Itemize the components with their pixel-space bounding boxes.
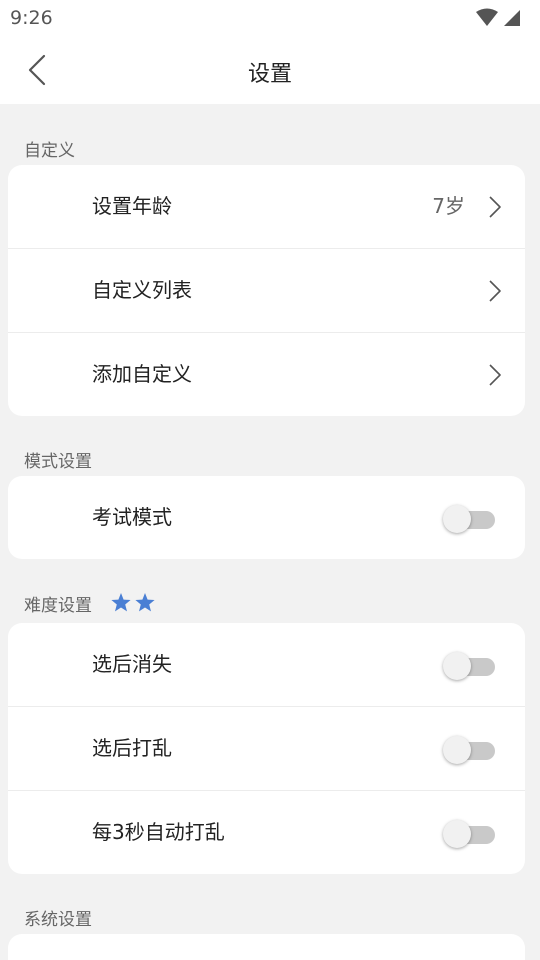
row-label: 自定义列表 <box>92 278 192 302</box>
section-title-system: 系统设置 <box>24 910 92 930</box>
auto-shuffle-toggle[interactable] <box>443 820 495 848</box>
status-bar: 9:26 <box>0 0 540 36</box>
card-mode: 考试模式 <box>8 476 525 559</box>
difficulty-stars <box>111 593 155 612</box>
signal-icon <box>504 10 520 26</box>
row-label: 选后打乱 <box>92 736 172 760</box>
row-label: 每3秒自动打乱 <box>92 820 225 844</box>
row-custom-list[interactable]: 自定义列表 <box>8 249 525 333</box>
row-add-custom[interactable]: 添加自定义 <box>8 333 525 416</box>
chevron-right-icon <box>489 364 501 386</box>
header: 设置 <box>0 36 540 104</box>
row-label: 选后消失 <box>92 652 172 676</box>
wifi-icon <box>476 8 498 26</box>
row-label: 添加自定义 <box>92 362 192 386</box>
age-value: 7岁 <box>432 194 465 218</box>
shuffle-toggle[interactable] <box>443 736 495 764</box>
card-difficulty: 选后消失 选后打乱 每3秒自动打乱 <box>8 623 525 874</box>
star-icon <box>135 593 155 612</box>
section-title-difficulty: 难度设置 <box>24 596 92 616</box>
row-disappear-after-select: 选后消失 <box>8 623 525 707</box>
row-label: 设置年龄 <box>92 194 172 218</box>
row-set-age[interactable]: 设置年龄 7岁 <box>8 165 525 249</box>
card-custom: 设置年龄 7岁 自定义列表 添加自定义 <box>8 165 525 416</box>
exam-mode-toggle[interactable] <box>443 505 495 533</box>
card-system <box>8 934 525 960</box>
page-title: 设置 <box>247 62 292 87</box>
row-auto-shuffle: 每3秒自动打乱 <box>8 791 525 874</box>
row-exam-mode: 考试模式 <box>8 476 525 559</box>
chevron-right-icon <box>489 196 501 218</box>
section-title-custom: 自定义 <box>24 141 75 161</box>
chevron-right-icon <box>489 280 501 302</box>
row-shuffle-after-select: 选后打乱 <box>8 707 525 791</box>
row-label: 考试模式 <box>92 505 172 529</box>
status-icons <box>476 8 520 26</box>
section-title-mode: 模式设置 <box>24 452 92 472</box>
star-icon <box>111 593 131 612</box>
disappear-toggle[interactable] <box>443 652 495 680</box>
status-time: 9:26 <box>10 7 53 29</box>
